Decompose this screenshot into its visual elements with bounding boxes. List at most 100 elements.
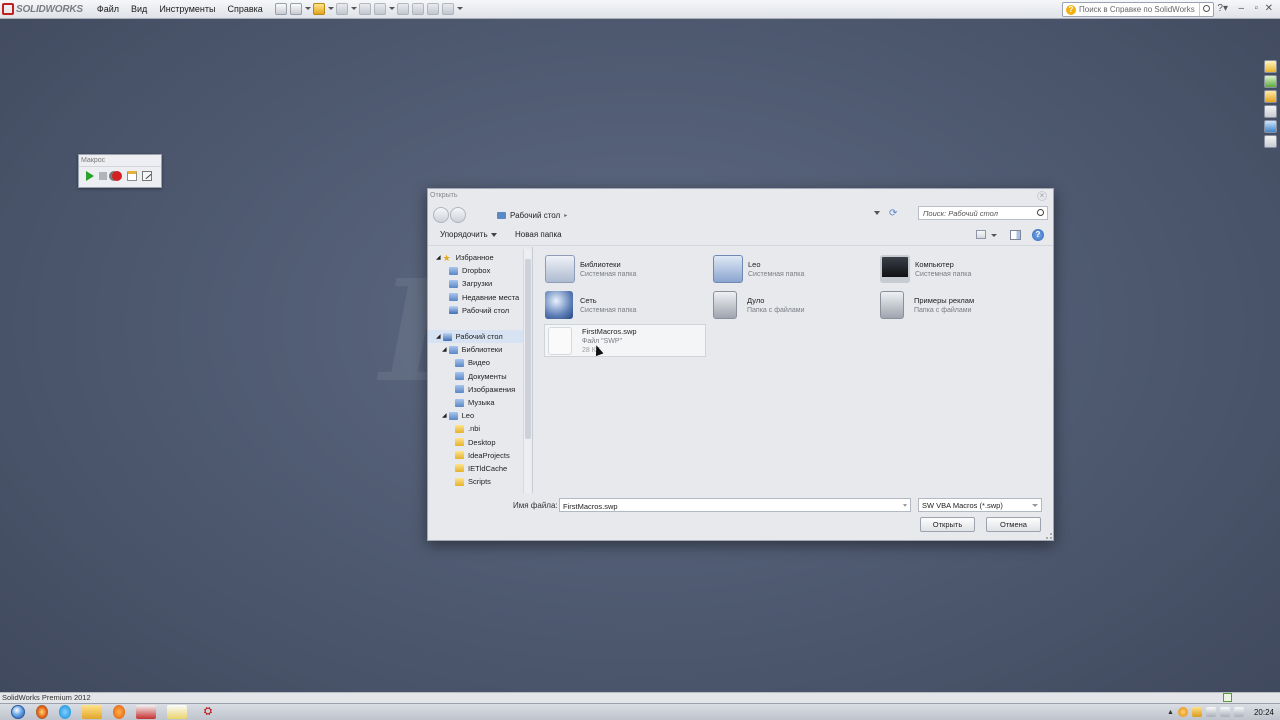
change-view-icon[interactable] <box>976 230 986 239</box>
play-icon[interactable] <box>86 171 94 181</box>
nav-dropbox[interactable]: Dropbox <box>428 264 531 277</box>
search-icon[interactable] <box>1199 3 1213 16</box>
back-button[interactable] <box>433 207 449 223</box>
nav-documents[interactable]: Документы <box>428 370 531 383</box>
chevron-down-icon[interactable]: ◢ <box>442 346 447 353</box>
file-explorer-icon[interactable] <box>82 705 102 719</box>
resize-grip[interactable] <box>1046 533 1052 539</box>
view-palette-icon[interactable] <box>1264 105 1277 118</box>
new-macro-icon[interactable] <box>127 171 137 181</box>
help-dropdown-icon[interactable]: ?▾ <box>1217 3 1228 14</box>
tray-network-icon[interactable] <box>1205 707 1216 717</box>
rebuild-status-icon[interactable] <box>1223 693 1232 702</box>
chevron-right-icon[interactable]: ▸ <box>564 212 567 219</box>
nav-folder-scripts[interactable]: Scripts <box>428 475 531 488</box>
menu-help[interactable]: Справка <box>221 0 268 19</box>
filename-dropdown-icon[interactable] <box>903 504 907 507</box>
filename-input[interactable] <box>559 498 911 512</box>
folder-task-icon[interactable] <box>167 705 187 719</box>
tray-folder-icon[interactable] <box>1191 707 1202 717</box>
nav-folder-ietldcache[interactable]: IETldCache <box>428 462 531 475</box>
save-icon[interactable] <box>335 3 348 15</box>
menu-tools[interactable]: Инструменты <box>153 0 221 19</box>
tray-expand-icon[interactable]: ▲ <box>1167 709 1174 716</box>
clock[interactable]: 20:24 <box>1254 708 1274 717</box>
chevron-down-icon[interactable] <box>304 3 311 15</box>
address-dropdown-icon[interactable] <box>874 211 880 215</box>
chevron-down-icon[interactable] <box>350 3 357 15</box>
select-icon[interactable] <box>396 3 409 15</box>
list-item-folder-dulo[interactable]: Дуло Папка с файлами <box>713 289 875 321</box>
nav-libraries[interactable]: ◢ Библиотеки <box>428 343 531 356</box>
preview-pane-icon[interactable] <box>1010 230 1021 240</box>
nav-favorites[interactable]: ◢ ★ Избранное <box>428 251 531 264</box>
stop-icon[interactable] <box>99 172 107 180</box>
nav-music[interactable]: Музыка <box>428 396 531 409</box>
address-bar[interactable]: Рабочий стол ▸ <box>497 206 897 224</box>
open-button[interactable]: Открыть <box>920 517 975 532</box>
nav-video[interactable]: Видео <box>428 356 531 369</box>
list-item-network[interactable]: Сеть Системная папка <box>545 289 707 321</box>
nav-desktop[interactable]: ◢ Рабочий стол <box>428 330 531 344</box>
start-button[interactable] <box>11 705 25 719</box>
nav-recent-places[interactable]: Недавние места <box>428 291 531 304</box>
nav-folder-ideaprojects[interactable]: IdeaProjects <box>428 449 531 462</box>
design-library-icon[interactable] <box>1264 75 1277 88</box>
refresh-icon[interactable]: ⟳ <box>889 208 897 219</box>
solidworks-logo[interactable]: SOLIDWORKS <box>0 0 91 19</box>
search-icon[interactable] <box>1037 209 1044 216</box>
address-path[interactable]: Рабочий стол <box>510 211 560 220</box>
file-explorer-icon[interactable] <box>1264 90 1277 103</box>
new-folder-button[interactable]: Новая папка <box>515 230 562 239</box>
scrollbar-thumb[interactable] <box>525 259 531 439</box>
close-icon[interactable]: ✕ <box>1265 3 1273 14</box>
edit-macro-icon[interactable] <box>142 171 152 181</box>
open-folder-icon[interactable] <box>312 3 325 15</box>
chevron-down-icon[interactable] <box>327 3 334 15</box>
help-search-input[interactable]: Поиск в Справке по SolidWorks <box>1079 5 1195 14</box>
close-icon[interactable]: × <box>1037 191 1047 201</box>
chevron-down-icon[interactable] <box>388 3 395 15</box>
chevron-down-icon[interactable]: ◢ <box>436 333 441 340</box>
organize-button[interactable]: Упорядочить <box>440 230 497 239</box>
list-item-folder-ads[interactable]: Примеры реклам Папка с файлами <box>880 289 1042 321</box>
appearances-icon[interactable] <box>1264 120 1277 133</box>
forward-button[interactable] <box>450 207 466 223</box>
nav-desktop-favorite[interactable]: Рабочий стол <box>428 304 531 317</box>
minimize-icon[interactable]: – <box>1238 3 1244 14</box>
cancel-button[interactable]: Отмена <box>986 517 1041 532</box>
tray-volume-icon[interactable] <box>1219 707 1230 717</box>
firefox-icon[interactable] <box>113 705 125 719</box>
resources-icon[interactable] <box>1264 60 1277 73</box>
nav-downloads[interactable]: Загрузки <box>428 277 531 290</box>
chevron-down-icon[interactable] <box>456 3 463 15</box>
chevron-down-icon[interactable]: ◢ <box>442 412 447 419</box>
restore-icon[interactable]: ▫ <box>1254 3 1258 14</box>
view-dropdown-icon[interactable] <box>991 234 997 237</box>
nav-scrollbar[interactable] <box>523 249 531 493</box>
menu-view[interactable]: Вид <box>125 0 153 19</box>
list-item-leo[interactable]: Leo Системная папка <box>713 253 875 285</box>
nav-folder-nbi[interactable]: .nbi <box>428 422 531 435</box>
undo-icon[interactable] <box>373 3 386 15</box>
solidworks-running-icon[interactable]: ⛭ <box>198 705 218 719</box>
help-icon[interactable]: ? <box>1032 229 1044 241</box>
tray-language-icon[interactable] <box>1233 707 1244 717</box>
record-icon[interactable] <box>112 171 122 181</box>
nav-folder-desktop[interactable]: Desktop <box>428 436 531 449</box>
help-search[interactable]: ? Поиск в Справке по SolidWorks <box>1062 2 1214 17</box>
list-item-libraries[interactable]: Библиотеки Системная папка <box>545 253 707 285</box>
list-item-firstmacros[interactable]: FirstMacros.swp Файл "SWP" 28 КБ <box>544 324 706 357</box>
chevron-down-icon[interactable]: ◢ <box>436 254 441 261</box>
rebuild-icon[interactable] <box>411 3 424 15</box>
list-item-computer[interactable]: Компьютер Системная папка <box>880 253 1042 285</box>
options-icon[interactable] <box>441 3 454 15</box>
print-icon[interactable] <box>358 3 371 15</box>
menu-file[interactable]: Файл <box>91 0 125 19</box>
skype-icon[interactable] <box>59 705 71 719</box>
filetype-select[interactable]: SW VBA Macros (*.swp) <box>918 498 1042 512</box>
macro-toolbar-title[interactable]: Макрос <box>79 155 161 167</box>
file-properties-icon[interactable] <box>426 3 439 15</box>
nav-user-leo[interactable]: ◢ Leo <box>428 409 531 422</box>
nav-pictures[interactable]: Изображения <box>428 383 531 396</box>
